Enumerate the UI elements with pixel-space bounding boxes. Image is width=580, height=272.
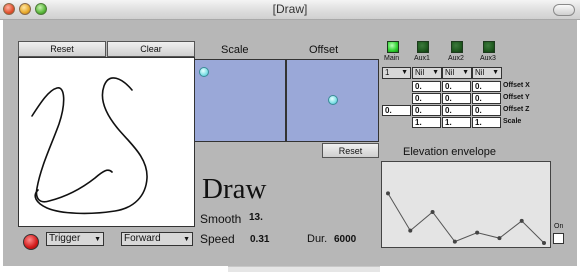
offset-x-field-2[interactable]: 0. — [442, 81, 471, 92]
drawn-path — [31, 77, 148, 215]
output-select-1[interactable]: 1 ▼ — [382, 67, 411, 79]
offset-label: Offset — [309, 44, 339, 56]
offset-y-label: Offset Y — [503, 94, 530, 101]
envelope-breakpoint[interactable] — [519, 218, 524, 223]
envelope-title: Elevation envelope — [403, 146, 496, 158]
offset-z-lead-field[interactable]: 0. — [382, 105, 411, 116]
scale-label: Scale — [221, 44, 249, 56]
envelope-graph — [386, 191, 546, 245]
drawing-canvas[interactable] — [18, 57, 195, 227]
envelope-on-toggle[interactable] — [553, 233, 564, 244]
main-led-icon[interactable] — [387, 41, 399, 53]
speed-value[interactable]: 0.31 — [250, 234, 269, 245]
envelope-on-label: On — [554, 223, 564, 230]
scale-field-1[interactable]: 1. — [412, 117, 441, 128]
scale-field-3[interactable]: 1. — [472, 117, 501, 128]
aux1-led-icon[interactable] — [417, 41, 429, 53]
offset-y-field-1[interactable]: 0. — [412, 93, 441, 104]
envelope-breakpoint[interactable] — [452, 239, 457, 244]
offset-z-field-1[interactable]: 0. — [412, 105, 441, 116]
dropdown-arrow-icon: ▼ — [492, 69, 499, 76]
envelope-breakpoint[interactable] — [475, 230, 480, 235]
offset-z-field-2[interactable]: 0. — [442, 105, 471, 116]
output-select-2[interactable]: Nil ▼ — [412, 67, 442, 79]
scale-field-2[interactable]: 1. — [442, 117, 471, 128]
output-select-3-value: Nil — [445, 68, 455, 77]
direction-select[interactable]: Forward ▼ — [121, 232, 193, 246]
output-select-2-value: Nil — [415, 68, 425, 77]
drawing-clear-button[interactable]: Clear — [107, 41, 195, 57]
title-bar: [Draw] — [0, 0, 580, 20]
envelope-breakpoint[interactable] — [542, 241, 546, 245]
direction-select-label: Forward — [124, 233, 161, 244]
trigger-select[interactable]: Trigger ▼ — [46, 232, 104, 246]
envelope-breakpoint[interactable] — [408, 228, 413, 233]
dropdown-arrow-icon: ▼ — [462, 69, 469, 76]
trigger-select-label: Trigger — [49, 233, 81, 244]
aux2-led-icon[interactable] — [451, 41, 463, 53]
dropdown-arrow-icon: ▼ — [183, 236, 190, 243]
dropdown-arrow-icon: ▼ — [432, 69, 439, 76]
output-select-1-value: 1 — [385, 68, 390, 77]
duration-label: Dur. — [307, 233, 328, 245]
draw-window: [Draw] Reset Clear Scale Offset Reset Ma… — [0, 0, 580, 266]
offset-pad[interactable] — [286, 59, 379, 142]
offset-handle[interactable] — [328, 95, 338, 105]
window-title: [Draw] — [272, 2, 308, 16]
smooth-label: Smooth — [200, 212, 242, 226]
offset-z-label: Offset Z — [503, 106, 530, 113]
envelope-breakpoint[interactable] — [386, 191, 390, 196]
dropdown-arrow-icon: ▼ — [401, 69, 408, 76]
output-select-4[interactable]: Nil ▼ — [472, 67, 502, 79]
aux3-led-icon[interactable] — [483, 41, 495, 53]
envelope-breakpoint[interactable] — [430, 209, 435, 214]
offset-x-field-3[interactable]: 0. — [472, 81, 501, 92]
output-select-4-value: Nil — [475, 68, 485, 77]
smooth-value[interactable]: 13. — [249, 212, 263, 223]
offset-x-label: Offset X — [503, 82, 530, 89]
envelope-line — [387, 193, 545, 244]
offset-z-field-3[interactable]: 0. — [472, 105, 501, 116]
envelope-breakpoint[interactable] — [497, 236, 502, 241]
aux1-label: Aux1 — [414, 55, 430, 62]
duration-value[interactable]: 6000 — [334, 234, 356, 245]
scale-row-label: Scale — [503, 118, 522, 125]
aux3-label: Aux3 — [480, 55, 496, 62]
scale-handle[interactable] — [199, 67, 209, 77]
patch-panel: Reset Clear Scale Offset Reset Main Aux1… — [3, 20, 577, 266]
drawing-reset-button[interactable]: Reset — [18, 41, 106, 57]
record-button[interactable] — [23, 234, 39, 250]
patch-title: Draw — [202, 173, 267, 205]
speed-label: Speed — [200, 232, 235, 246]
offset-x-field-1[interactable]: 0. — [412, 81, 441, 92]
scale-pad[interactable] — [194, 59, 286, 142]
offset-y-field-2[interactable]: 0. — [442, 93, 471, 104]
scroll-indicator[interactable] — [228, 266, 380, 272]
dropdown-arrow-icon: ▼ — [94, 236, 101, 243]
offset-reset-button[interactable]: Reset — [322, 143, 379, 158]
toolbar-toggle-button[interactable] — [553, 4, 575, 16]
output-select-3[interactable]: Nil ▼ — [442, 67, 472, 79]
offset-y-field-3[interactable]: 0. — [472, 93, 501, 104]
elevation-envelope[interactable] — [381, 161, 551, 248]
main-label: Main — [384, 55, 400, 62]
aux2-label: Aux2 — [448, 55, 464, 62]
